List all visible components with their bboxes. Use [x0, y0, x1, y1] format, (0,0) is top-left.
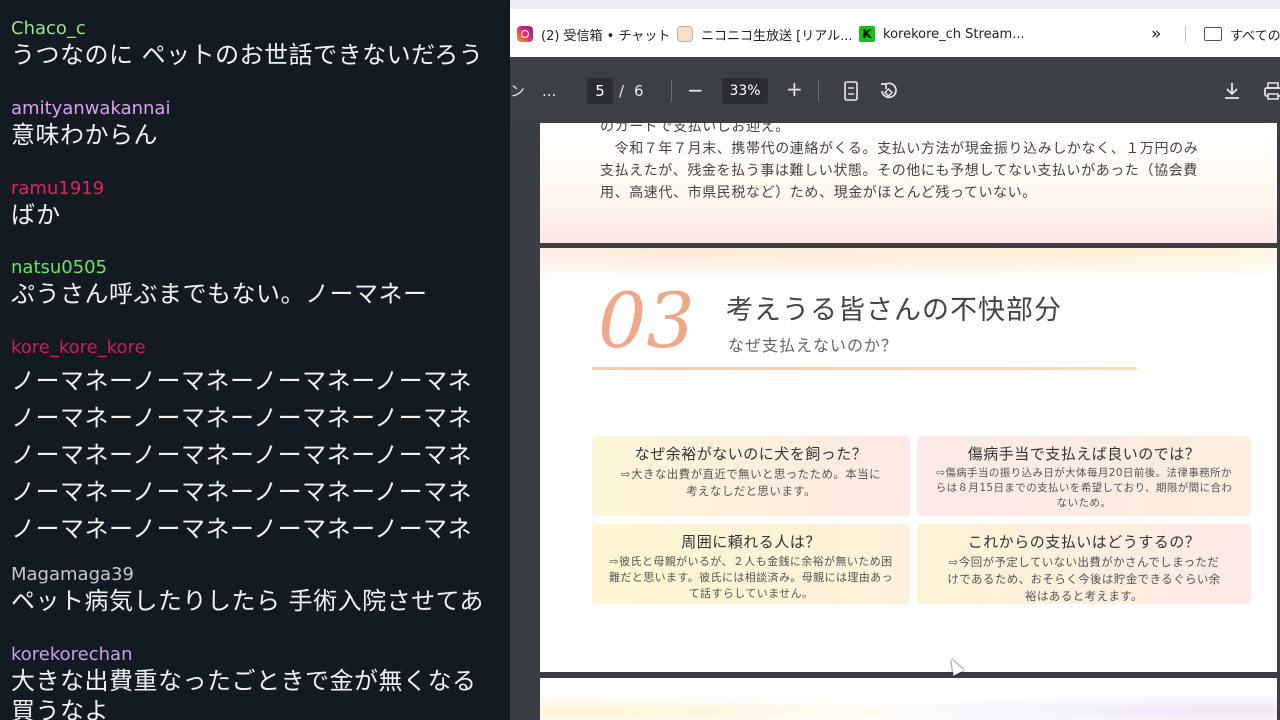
section-title: 考えうる皆さんの不快部分	[726, 295, 1062, 326]
faq-card: これからの支払いはどうするの？ ⇨今回が予定していない出費がかさんでしまっただ …	[917, 524, 1251, 604]
pdf-text-line: のカードで支払いしお迎え。	[600, 123, 790, 135]
faq-answer: ⇨大きな出費が直近で無いと思ったため。本当に 考えなしだと思います。	[592, 466, 910, 500]
faq-answer-line: ⇨傷病手当の振り込み日が大体毎月20日前後。法律事務所か	[936, 467, 1232, 479]
faq-question: これからの支払いはどうするの？	[967, 533, 1201, 551]
faq-answer: ⇨傷病手当の振り込み日が大体毎月20日前後。法律事務所か らは８月15日までの支…	[917, 466, 1251, 511]
faq-answer-line: ないため。	[1056, 497, 1112, 509]
chat-text: ばか	[11, 200, 104, 230]
faq-card: 周囲に頼れる人は？ ⇨彼氏と母親がいるが、２人も金銭に余裕が無いため困 難だと思…	[592, 524, 910, 604]
faq-answer-line: ⇨大きな出費が直近で無いと思ったため。本当に	[621, 467, 881, 481]
section-subtitle: なぜ支払えないのか？	[728, 336, 899, 355]
chat-line: ぷうさん呼ぶまでもない。ノーマネー	[11, 280, 428, 308]
pdf-title-clip: ン	[510, 82, 526, 100]
faq-answer-line: ⇨彼氏と母親がいるが、２人も金銭に余裕が無いため困	[609, 555, 893, 568]
faq-card: なぜ余裕がないのに犬を飼った？ ⇨大きな出費が直近で無いと思ったため。本当に 考…	[592, 436, 910, 516]
faq-answer-line: 裕はあると考えます。	[1025, 589, 1143, 603]
chat-username[interactable]: ramu1919	[11, 178, 104, 200]
chat-line: ばか	[11, 201, 61, 229]
chat-line: ノーマネーノーマネーノーマネーノーマネ	[11, 441, 473, 469]
chat-line: ノーマネーノーマネーノーマネーノーマネ	[11, 478, 473, 506]
chat-line: 買うなよ	[11, 697, 109, 720]
chat-username[interactable]: korekorechan	[11, 644, 477, 666]
chat-text: ぷうさん呼ぶまでもない。ノーマネー	[11, 279, 428, 309]
section-underline	[592, 367, 1137, 370]
bookmark-label: korekore_ch Stream...	[883, 26, 1025, 42]
chat-message: korekorechan 大きな出費重なったごときで金が無くなる 買うなよ	[11, 644, 477, 720]
chat-username[interactable]: kore_kore_kore	[11, 337, 472, 359]
faq-question: なぜ余裕がないのに犬を飼った？	[634, 445, 868, 463]
divider	[1185, 25, 1186, 43]
browser-window: (2) 受信箱 • チャット ニコニコ生放送 [リアル... K korekor…	[510, 0, 1280, 720]
bookmark-instagram[interactable]: (2) 受信箱 • チャット	[517, 23, 670, 45]
faq-answer: ⇨今回が予定していない出費がかさんでしまっただ けであるため、おそらく今後は貯金…	[917, 554, 1251, 605]
page-separator: /	[619, 82, 625, 100]
chat-username[interactable]: natsu0505	[11, 257, 428, 279]
chat-line: ノーマネーノーマネーノーマネーノーマネ	[11, 404, 473, 432]
chat-message: kore_kore_kore ノーマネーノーマネーノーマネーノーマネ ノーマネー…	[11, 337, 472, 548]
chat-message: natsu0505 ぷうさん呼ぶまでもない。ノーマネー	[11, 257, 428, 309]
fit-to-page-icon[interactable]	[843, 81, 859, 101]
zoom-out-button[interactable]: −	[687, 79, 704, 101]
pdf-page-5: 03 考えうる皆さんの不快部分 なぜ支払えないのか？ なぜ余裕がないのに犬を飼っ…	[540, 248, 1277, 672]
chat-text: ノーマネーノーマネーノーマネーノーマネ ノーマネーノーマネーノーマネーノーマネ …	[11, 363, 472, 548]
bookmarks-bar: (2) 受信箱 • チャット ニコニコ生放送 [リアル... K korekor…	[510, 0, 1280, 57]
faq-question: 傷病手当で支払えば良いのでは？	[967, 445, 1201, 463]
chat-text: うつなのに ペットのお世話できないだろう	[11, 40, 483, 70]
bookmark-niconico[interactable]: ニコニコ生放送 [リアル...	[677, 23, 852, 45]
download-icon[interactable]	[1223, 81, 1241, 101]
chat-line: 意味わからん	[11, 121, 158, 149]
decorative-wave	[540, 678, 1277, 720]
chat-username[interactable]: Chaco_c	[11, 18, 483, 40]
instagram-icon	[517, 26, 533, 42]
page-total: 6	[634, 82, 644, 100]
chat-username[interactable]: amityanwakannai	[11, 98, 170, 120]
more-bookmarks-button[interactable]: »	[1151, 23, 1161, 45]
pdf-page-4: のカードで支払いしお迎え。 令和７年７月末、携帯代の連絡がくる。支払い方法が現金…	[540, 123, 1277, 243]
faq-question: 周囲に頼れる人は？	[681, 533, 821, 551]
faq-answer-line: らは８月15日までの支払いを希望しており、期限が間に合わ	[935, 482, 1233, 494]
divider	[818, 80, 819, 102]
bookmark-label: (2) 受信箱 • チャット	[541, 28, 671, 44]
faq-answer-line: ⇨今回が予定していない出費がかさんでしまっただ	[948, 555, 1220, 569]
chat-username[interactable]: Magamaga39	[11, 564, 484, 586]
folder-icon	[1204, 27, 1222, 41]
chat-line: 大きな出費重なったごときで金が無くなる	[11, 667, 477, 695]
faq-card: 傷病手当で支払えば良いのでは？ ⇨傷病手当の振り込み日が大体毎月20日前後。法律…	[917, 436, 1251, 516]
print-icon[interactable]	[1263, 81, 1280, 101]
page-number-input[interactable]: 5	[587, 78, 613, 104]
faq-answer-line: 考えなしだと思います。	[686, 484, 816, 498]
chat-text: 大きな出費重なったごときで金が無くなる 買うなよ	[11, 666, 477, 720]
kick-icon: K	[859, 26, 875, 42]
pdf-text-line: 用、高速代、市県民税など）ため、現金がほとんど残っていない。	[600, 185, 1037, 201]
zoom-level-input[interactable]: 33%	[722, 78, 768, 104]
faq-answer-line: けであるため、おそらく今後は貯金できるぐらい余	[947, 572, 1221, 586]
chat-line: ノーマネーノーマネーノーマネーノーマネ	[11, 515, 473, 543]
bookmark-label: ニコニコ生放送 [リアル...	[701, 28, 853, 44]
all-bookmarks-folder[interactable]: すべての	[1204, 23, 1280, 45]
chat-line: うつなのに ペットのお世話できないだろう	[11, 41, 484, 69]
rotate-icon[interactable]	[878, 81, 900, 101]
faq-answer-line: 難だと思います。彼氏には相談済み。母親には理由あっ	[609, 571, 893, 584]
divider	[671, 80, 672, 102]
chat-message: amityanwakannai 意味わからん	[11, 98, 170, 150]
chat-message: ramu1919 ばか	[11, 178, 104, 230]
zoom-in-button[interactable]: +	[786, 78, 803, 100]
chat-message: Chaco_c うつなのに ペットのお世話できないだろう	[11, 18, 483, 70]
niconico-icon	[677, 26, 693, 42]
chat-message: Magamaga39 ペット病気したりしたら 手術入院させてあ	[11, 564, 484, 616]
pdf-page-6	[540, 678, 1277, 720]
faq-answer-line: て話すらしていません。	[688, 587, 814, 600]
bookmark-label: すべての	[1230, 28, 1280, 44]
pdf-text-line: 令和７年７月末、携帯代の連絡がくる。支払い方法が現金振り込みしかなく、１万円のみ	[600, 141, 1199, 157]
chat-text: 意味わからん	[11, 120, 170, 150]
chat-text: ペット病気したりしたら 手術入院させてあ	[11, 586, 484, 616]
chat-line: ペット病気したりしたら 手術入院させてあ	[11, 587, 484, 615]
chat-panel: Chaco_c うつなのに ペットのお世話できないだろう amityanwaka…	[0, 0, 510, 720]
pdf-text-line: 支払えたが、残金を払う事は難しい状態。その他にも予想してない支払いがあった（協会…	[600, 163, 1198, 179]
section-number: 03	[598, 276, 695, 365]
faq-answer: ⇨彼氏と母親がいるが、２人も金銭に余裕が無いため困 難だと思います。彼氏には相談…	[592, 554, 910, 602]
more-options-button[interactable]: ...	[542, 80, 556, 102]
bookmark-kick[interactable]: K korekore_ch Stream...	[859, 23, 1025, 45]
chat-line: ノーマネーノーマネーノーマネーノーマネ	[11, 367, 473, 395]
